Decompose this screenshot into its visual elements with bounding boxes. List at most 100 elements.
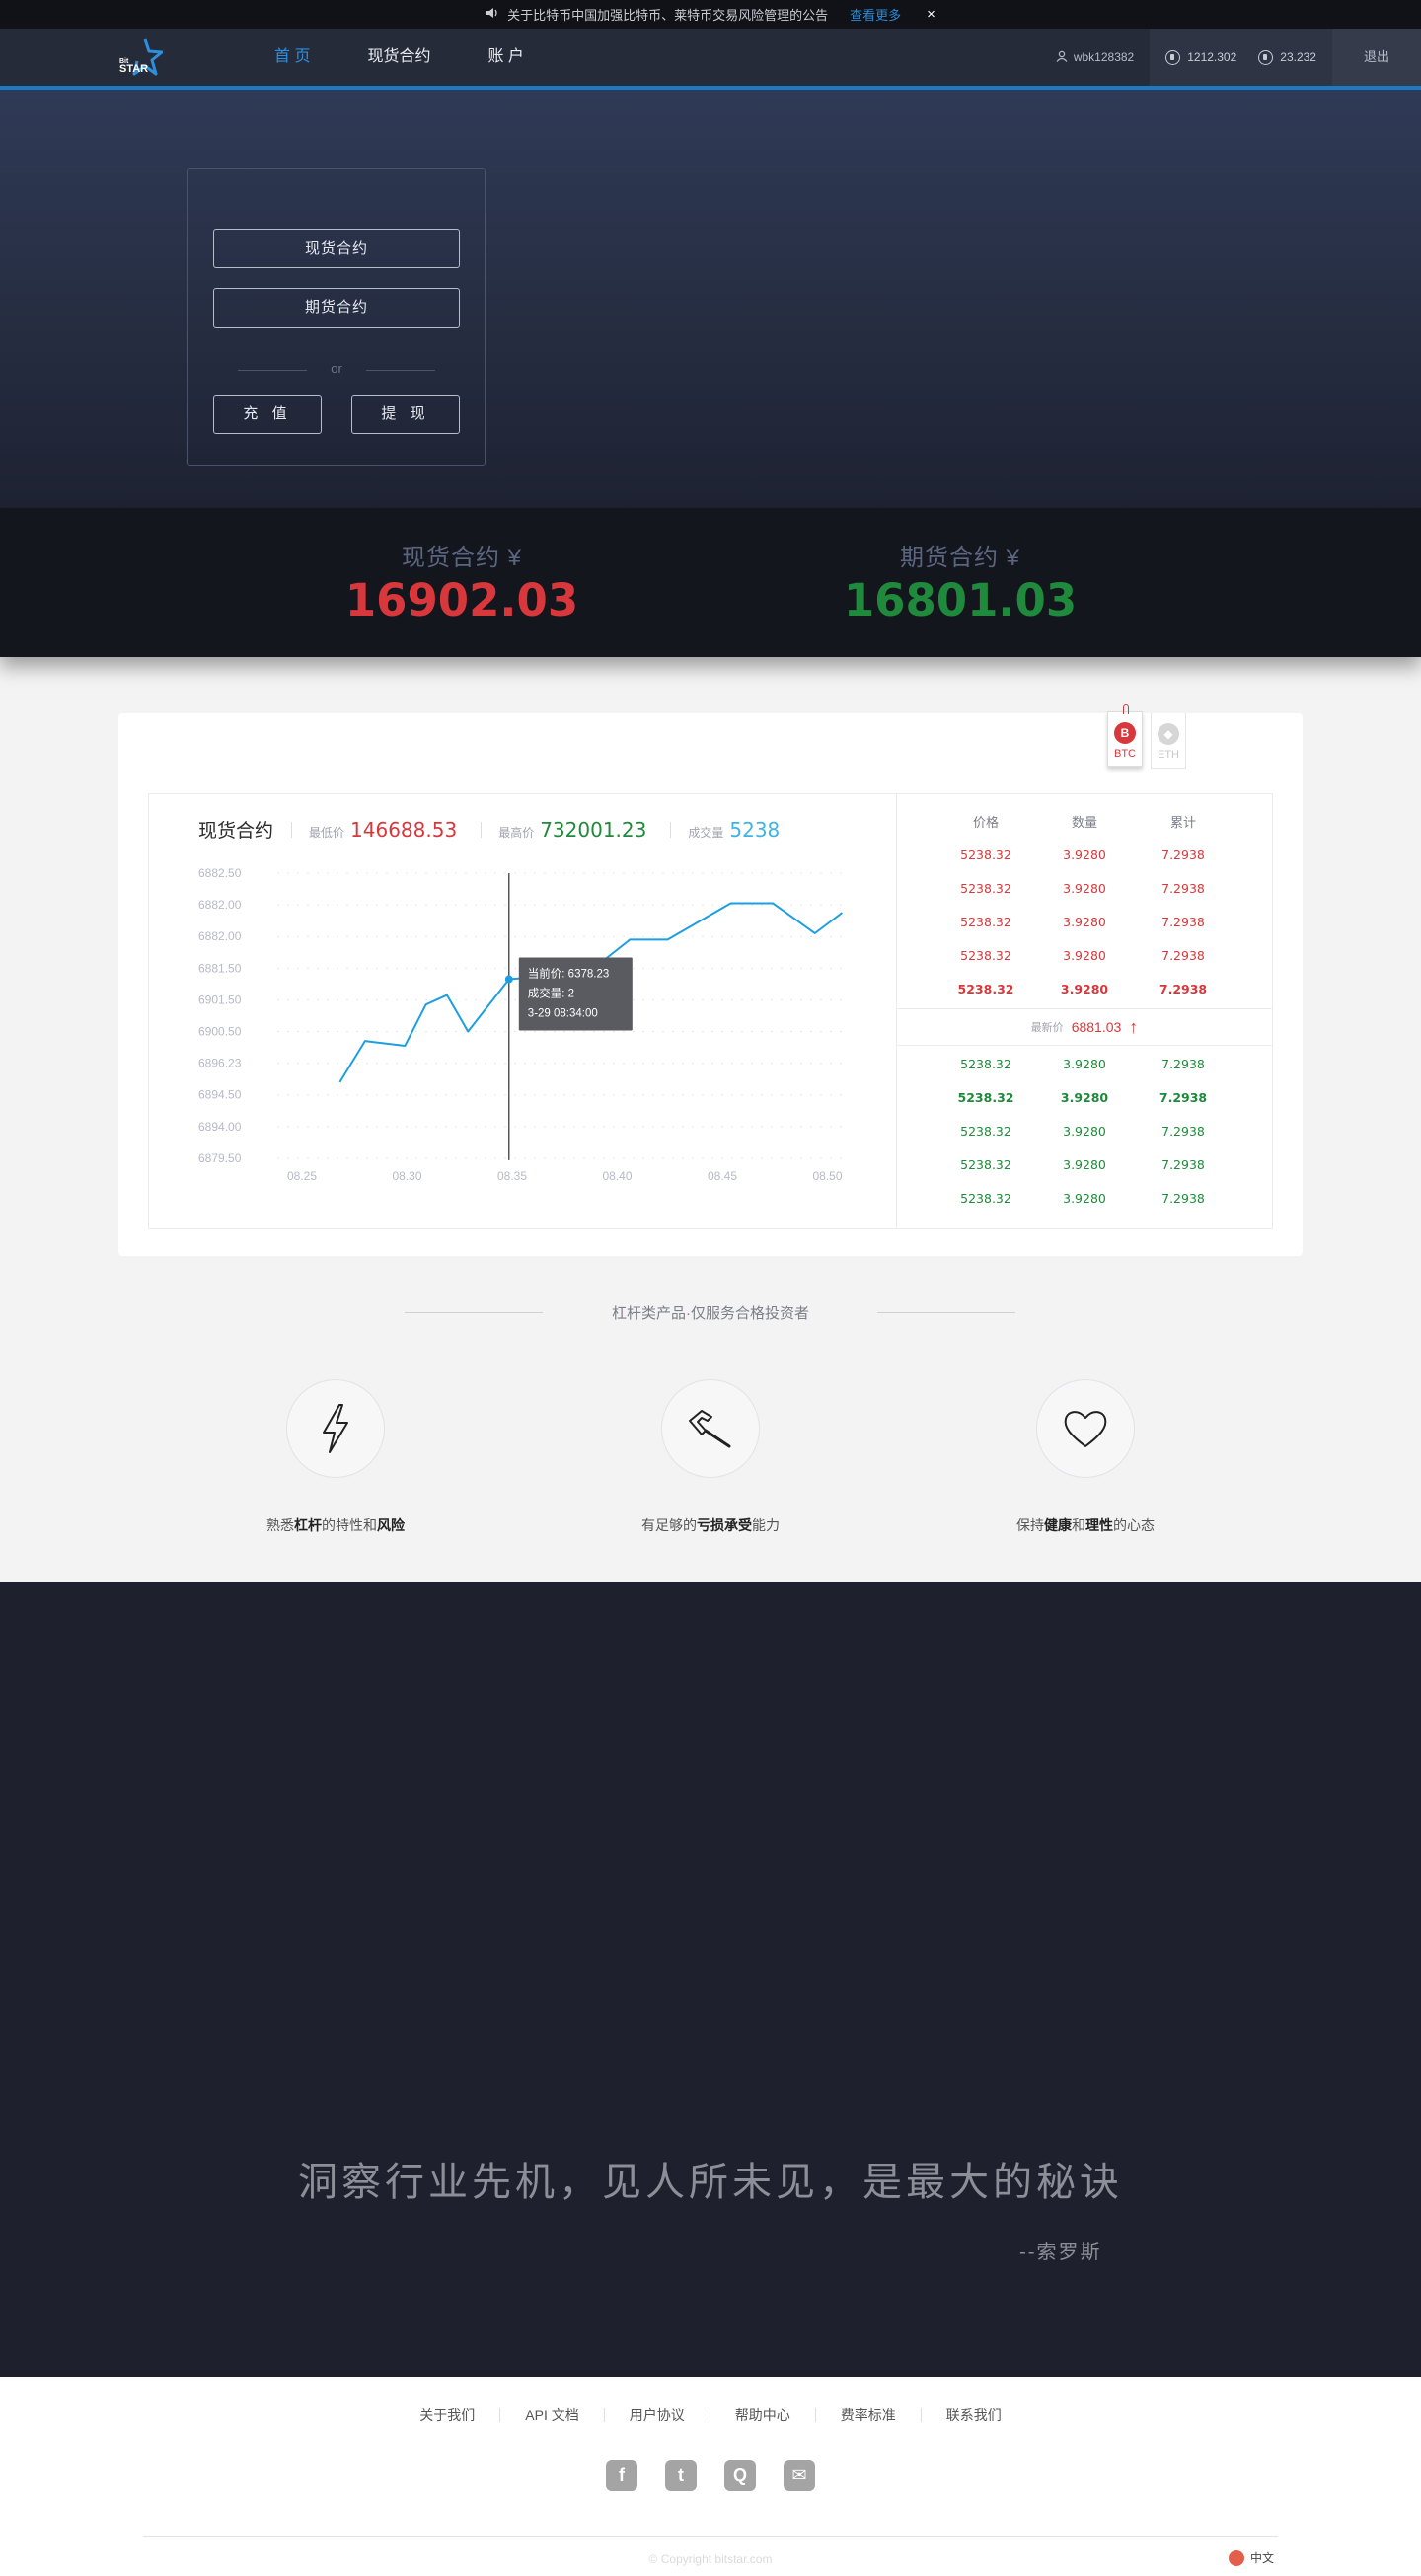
footer-links: 关于我们 API 文档 用户协议 帮助中心 费率标准 联系我们 — [0, 2408, 1421, 2422]
order-total: 7.2938 — [1159, 982, 1208, 996]
high-label: 最高价 — [498, 826, 535, 840]
order-row[interactable]: 5238.32 3.9280 7.2938 — [897, 1148, 1272, 1182]
footer-link-contact[interactable]: 联系我们 — [922, 2408, 1026, 2422]
tab-btc[interactable]: B BTC — [1107, 704, 1143, 767]
price-header: 价格 — [972, 815, 999, 830]
chart-header: 现货合约 最低价 146688.53 最高价 732001.23 成交量 523… — [198, 816, 803, 843]
order-row[interactable]: 5238.32 3.9280 7.2938 — [897, 1048, 1272, 1081]
order-row[interactable]: 5238.32 3.9280 7.2938 — [897, 906, 1272, 939]
feature-text: 保持健康和理性的心态 — [1016, 1517, 1155, 1533]
order-price: 5238.32 — [960, 881, 1011, 896]
facebook-icon[interactable]: f — [606, 2460, 637, 2491]
logout-button[interactable]: 退出 — [1331, 29, 1421, 86]
quote-author: --索罗斯 — [1019, 2240, 1102, 2263]
feature-text: 熟悉杠杆的特性和风险 — [266, 1517, 405, 1533]
y-tick-label: 6882.00 — [198, 898, 242, 912]
y-tick-label: 6894.00 — [198, 1120, 242, 1134]
order-total: 7.2938 — [1159, 1090, 1208, 1105]
divider-line — [405, 1312, 543, 1313]
order-row[interactable]: 5238.32 3.9280 7.2938 — [897, 872, 1272, 906]
order-total: 7.2938 — [1161, 1124, 1205, 1139]
tab-eth[interactable]: ◆ ETH — [1151, 713, 1186, 769]
spot-price: 现货合约 ¥ 16902.03 — [314, 538, 610, 626]
x-tick-label: 08.40 — [602, 1169, 632, 1183]
hammer-icon — [661, 1379, 760, 1478]
order-price: 5238.32 — [960, 948, 1011, 963]
footer-link-fees[interactable]: 费率标准 — [816, 2408, 922, 2422]
order-row[interactable]: 5238.32 3.9280 7.2938 — [897, 839, 1272, 872]
user-icon — [1056, 50, 1068, 65]
y-tick-label: 6901.50 — [198, 993, 242, 1006]
footer-link-help[interactable]: 帮助中心 — [710, 2408, 816, 2422]
mail-icon[interactable]: ✉ — [784, 2460, 815, 2491]
y-tick-label: 6896.23 — [198, 1057, 242, 1070]
order-total: 7.2938 — [1161, 847, 1205, 862]
order-price: 5238.32 — [960, 1157, 1011, 1172]
social-links: f t Q ✉ — [0, 2460, 1421, 2491]
spot-price-label: 现货合约 ¥ — [401, 545, 522, 571]
total-header: 累计 — [1169, 815, 1196, 830]
order-price: 5238.32 — [960, 847, 1011, 862]
quote-section: 洞察行业先机，见人所未见，是最大的秘诀 --索罗斯 — [0, 1582, 1421, 2377]
qq-group-icon[interactable]: Q — [724, 2460, 756, 2491]
market-card: B BTC ◆ ETH 6882.50 6882.00 6882.00 6881.50… — [118, 704, 1303, 1256]
futures-price-label: 期货合约 ¥ — [899, 545, 1020, 571]
footer-link-about[interactable]: 关于我们 — [395, 2408, 501, 2422]
y-tick-label: 6894.50 — [198, 1088, 242, 1102]
order-total: 7.2938 — [1161, 1057, 1205, 1071]
order-price: 5238.32 — [960, 1191, 1011, 1206]
order-amount: 3.9280 — [1063, 1157, 1106, 1172]
logo[interactable]: Bit STAR — [117, 37, 164, 79]
order-amount: 3.9280 — [1063, 915, 1106, 929]
heart-icon — [1036, 1379, 1135, 1478]
order-total: 7.2938 — [1161, 948, 1205, 963]
logo-text: STAR — [119, 63, 148, 75]
user-box: wbk128382 1212.302 23.232 退出 — [1040, 29, 1421, 86]
bid-list: 5238.32 3.9280 7.2938 5238.32 3.9280 7.2938 52… — [897, 1048, 1272, 1215]
footer-link-terms[interactable]: 用户协议 — [605, 2408, 710, 2422]
tab-eth-label: ETH — [1158, 749, 1179, 761]
spot-contract-button[interactable]: 现货合约 — [213, 229, 460, 268]
volume-value: 5238 — [729, 818, 781, 842]
feature-leverage: 熟悉杠杆的特性和风险 — [187, 1379, 484, 1535]
order-row[interactable]: 5238.32 3.9280 7.2938 — [897, 939, 1272, 973]
nav-item-account[interactable]: 账 户 — [487, 29, 523, 86]
order-price: 5238.32 — [960, 1124, 1011, 1139]
user-info[interactable]: wbk128382 — [1040, 29, 1150, 86]
main-menu: 首 页 现货合约 账 户 — [274, 29, 581, 86]
order-price: 5238.32 — [957, 982, 1014, 996]
order-total: 7.2938 — [1161, 1191, 1205, 1206]
price-chart[interactable]: 6882.50 6882.00 6882.00 6881.50 6901.50 6900.… — [149, 794, 897, 1228]
footer-divider — [143, 2536, 1278, 2537]
x-tick-label: 08.25 — [287, 1169, 317, 1183]
copyright: © Copyright bitstar.com — [648, 2552, 773, 2566]
low-label: 最低价 — [309, 826, 345, 840]
speaker-icon — [486, 7, 499, 22]
divider-line — [877, 1312, 1015, 1313]
order-book: 价格 数量 累计 5238.32 3.9280 7.2938 5238.32 3.928… — [897, 794, 1272, 1228]
nav-item-spot[interactable]: 现货合约 — [367, 29, 430, 86]
order-amount: 3.9280 — [1063, 1124, 1106, 1139]
header-divider — [670, 821, 672, 838]
twitter-icon[interactable]: t — [665, 2460, 697, 2491]
ask-list: 5238.32 3.9280 7.2938 5238.32 3.9280 7.2938 52… — [897, 839, 1272, 1006]
order-total: 7.2938 — [1161, 915, 1205, 929]
order-row[interactable]: 5238.32 3.9280 7.2938 — [897, 1182, 1272, 1215]
order-row[interactable]: 5238.32 3.9280 7.2938 — [897, 1115, 1272, 1148]
deposit-button[interactable]: 充 值 — [213, 395, 322, 434]
notice-more-link[interactable]: 查看更多 — [850, 5, 901, 24]
order-row[interactable]: 5238.32 3.9280 7.2938 — [897, 973, 1272, 1006]
hero-panel: 现货合约 期货合约 or 充 值 提 现 — [187, 168, 486, 466]
order-price: 5238.32 — [957, 1090, 1014, 1105]
futures-contract-button[interactable]: 期货合约 — [213, 288, 460, 328]
order-amount: 3.9280 — [1063, 881, 1106, 896]
footer-link-api[interactable]: API 文档 — [500, 2408, 605, 2422]
order-row[interactable]: 5238.32 3.9280 7.2938 — [897, 1081, 1272, 1115]
china-flag-icon — [1229, 2549, 1244, 2566]
order-book-header: 价格 数量 累计 — [897, 812, 1272, 831]
withdraw-button[interactable]: 提 现 — [351, 395, 460, 434]
nav-item-home[interactable]: 首 页 — [274, 29, 310, 86]
coin-tabs: B BTC ◆ ETH — [1107, 704, 1186, 769]
close-icon[interactable]: × — [927, 6, 935, 23]
language-switch[interactable]: 中文 — [1229, 2549, 1274, 2566]
